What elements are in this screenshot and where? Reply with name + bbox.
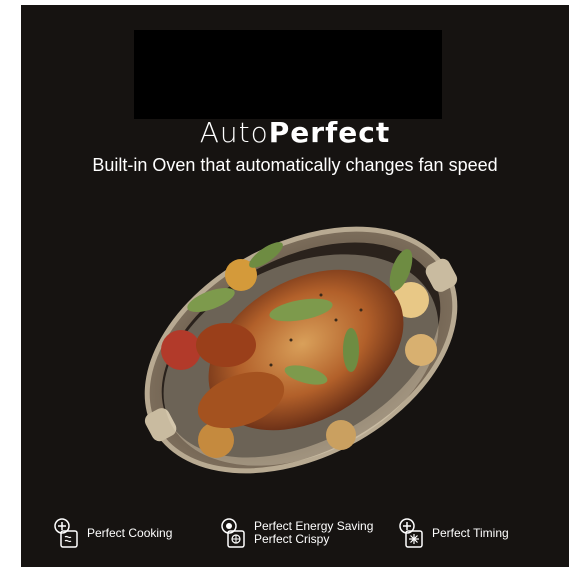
title-bold: Perfect bbox=[268, 116, 391, 149]
feature-label-group: Perfect Energy Saving Perfect Crispy bbox=[254, 520, 373, 546]
timer-icon bbox=[399, 518, 423, 548]
feature-perfect-timing: Perfect Timing bbox=[398, 517, 509, 549]
roast-chicken-image bbox=[144, 226, 458, 474]
fan-cooking-icon bbox=[54, 518, 78, 548]
feature-label: Perfect Cooking bbox=[87, 525, 173, 540]
feature-label: Perfect Timing bbox=[432, 525, 509, 540]
feature-label-line2: Perfect Crispy bbox=[254, 532, 330, 546]
energy-saving-icon bbox=[221, 518, 245, 548]
product-title: AutoPerfect bbox=[21, 116, 569, 149]
feature-perfect-cooking: Perfect Cooking bbox=[53, 517, 172, 549]
brand-logo-redacted bbox=[134, 30, 442, 119]
feature-perfect-energy-saving: Perfect Energy Saving Perfect Crispy bbox=[220, 517, 373, 549]
title-light: Auto bbox=[199, 116, 269, 149]
product-subtitle: Built-in Oven that automatically changes… bbox=[92, 155, 498, 175]
promo-card: AutoPerfect Built-in Oven that automatic… bbox=[21, 5, 569, 567]
